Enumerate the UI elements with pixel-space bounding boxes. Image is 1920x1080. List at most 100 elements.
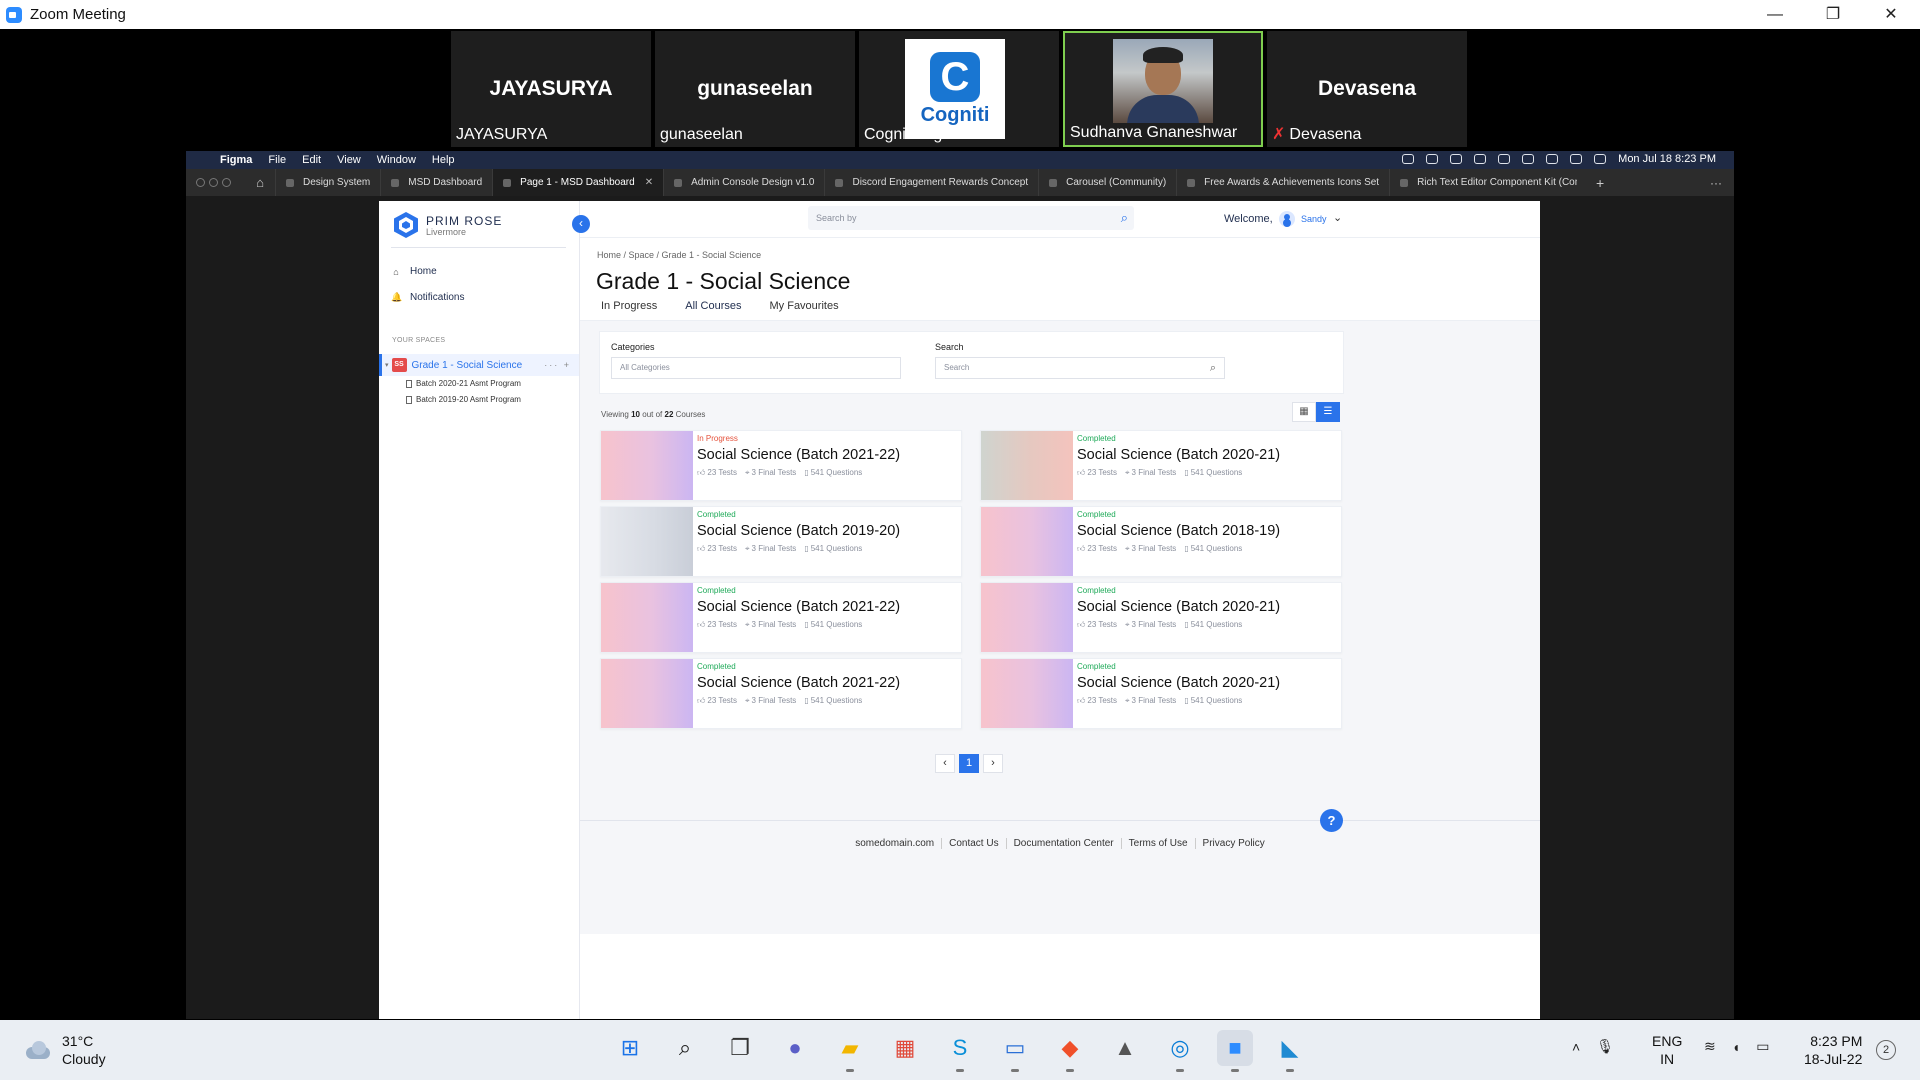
sidebar-subitem[interactable]: Batch 2020-21 Asmt Program xyxy=(406,379,521,388)
next-page-button[interactable]: › xyxy=(983,754,1003,773)
figma-tab[interactable]: MSD Dashboard xyxy=(380,169,492,196)
skype-icon[interactable]: S xyxy=(942,1030,978,1072)
microphone-icon[interactable]: 🎙 xyxy=(1596,1038,1614,1055)
course-title[interactable]: Social Science (Batch 2020-21) xyxy=(1077,675,1280,691)
restore-button[interactable]: ❐ xyxy=(1804,0,1862,29)
teams-chat-icon[interactable]: ● xyxy=(777,1030,813,1066)
categories-select[interactable]: All Categories xyxy=(611,357,901,379)
menu-file[interactable]: File xyxy=(268,154,286,166)
avatar[interactable] xyxy=(1279,211,1295,227)
course-search-input[interactable]: Search ⌕ xyxy=(935,357,1225,379)
prev-page-button[interactable]: ‹ xyxy=(935,754,955,773)
education-icon[interactable]: ▲ xyxy=(1107,1030,1143,1066)
chevron-down-icon[interactable]: ⌄ xyxy=(1333,211,1342,224)
figma-tab[interactable]: Free Awards & Achievements Icons Set xyxy=(1176,169,1389,196)
course-card[interactable]: In Progress Social Science (Batch 2021-22… xyxy=(600,430,962,501)
task-view-icon[interactable]: ❐ xyxy=(722,1030,758,1066)
status-record-icon[interactable] xyxy=(1474,154,1487,164)
wifi-icon[interactable] xyxy=(1546,154,1559,164)
menu-window[interactable]: Window xyxy=(377,154,416,166)
participant-tile[interactable]: JAYASURYA JAYASURYA xyxy=(451,31,651,147)
menu-view[interactable]: View xyxy=(337,154,361,166)
course-card[interactable]: Completed Social Science (Batch 2019-20) 👍… xyxy=(600,506,962,577)
space-actions[interactable]: ··· + xyxy=(544,360,571,370)
sync-icon[interactable]: ◎ xyxy=(1162,1030,1198,1072)
footer-link-terms[interactable]: Terms of Use xyxy=(1122,838,1196,849)
course-title[interactable]: Social Science (Batch 2021-22) xyxy=(697,447,900,463)
collapse-sidebar-button[interactable]: ‹ xyxy=(572,215,590,233)
course-title[interactable]: Social Science (Batch 2021-22) xyxy=(697,675,900,691)
figma-tab[interactable]: Admin Console Design v1.0 xyxy=(663,169,824,196)
top-search-input[interactable]: Search by ⌕ xyxy=(808,206,1134,230)
home-icon[interactable]: ⌂ xyxy=(245,175,275,190)
traffic-zoom[interactable] xyxy=(222,178,231,187)
figma-tab[interactable]: Carousel (Community) xyxy=(1038,169,1176,196)
volume-icon[interactable]: ◖ xyxy=(1732,1039,1740,1055)
user-name[interactable]: Sandy xyxy=(1301,214,1327,224)
close-tab-icon[interactable]: ✕ xyxy=(645,177,653,188)
battery-icon[interactable] xyxy=(1522,154,1535,164)
sidebar-item-notifications[interactable]: 🔔 Notifications xyxy=(391,292,464,303)
figma-tab[interactable]: Rich Text Editor Component Kit (Comm xyxy=(1389,169,1577,196)
brave-icon[interactable]: ◆ xyxy=(1052,1030,1088,1072)
traffic-close[interactable] xyxy=(196,178,205,187)
sidebar-subitem[interactable]: Batch 2019-20 Asmt Program xyxy=(406,395,521,404)
list-view-icon[interactable]: ☰ xyxy=(1316,402,1340,422)
help-button[interactable]: ? xyxy=(1320,809,1343,832)
breadcrumb[interactable]: Home / Space / Grade 1 - Social Science xyxy=(597,250,761,260)
weather-widget[interactable]: 31°C Cloudy xyxy=(22,1032,106,1068)
course-title[interactable]: Social Science (Batch 2018-19) xyxy=(1077,523,1280,539)
notification-badge[interactable]: 2 xyxy=(1876,1040,1896,1060)
store-icon[interactable]: ▦ xyxy=(887,1030,923,1066)
page-1-button[interactable]: 1 xyxy=(959,754,979,773)
search-icon[interactable]: ⌕ xyxy=(667,1030,703,1066)
footer-link-privacy[interactable]: Privacy Policy xyxy=(1196,838,1272,849)
participant-tile-active-speaker[interactable]: Sudhanva Gnaneshwar xyxy=(1063,31,1263,147)
course-title[interactable]: Social Science (Batch 2020-21) xyxy=(1077,599,1280,615)
brand[interactable]: PRIM ROSE Livermore xyxy=(393,211,502,239)
remote-desktop-icon[interactable]: ▭ xyxy=(997,1030,1033,1072)
bluetooth-icon[interactable] xyxy=(1498,154,1511,164)
battery-icon[interactable]: ▭ xyxy=(1756,1038,1769,1055)
control-center-icon[interactable] xyxy=(1594,154,1607,164)
new-tab-plus-icon[interactable]: + xyxy=(1585,175,1615,191)
sidebar-item-space-grade1[interactable]: ▾ SS Grade 1 - Social Science ··· + xyxy=(379,354,579,376)
zoom-icon[interactable]: ■ xyxy=(1217,1030,1253,1072)
figma-tab[interactable]: Design System xyxy=(275,169,380,196)
course-title[interactable]: Social Science (Batch 2020-21) xyxy=(1077,447,1280,463)
more-icon[interactable]: ··· xyxy=(1710,176,1722,190)
course-card[interactable]: Completed Social Science (Batch 2020-21) 👍… xyxy=(980,430,1342,501)
footer-link-docs[interactable]: Documentation Center xyxy=(1007,838,1122,849)
participant-tile[interactable]: Devasena ✗ Devasena xyxy=(1267,31,1467,147)
menu-help[interactable]: Help xyxy=(432,154,455,166)
search-icon[interactable]: ⌕ xyxy=(1210,358,1216,378)
windows-start-icon[interactable]: ⊞ xyxy=(612,1030,648,1066)
course-card[interactable]: Completed Social Science (Batch 2020-21) 👍… xyxy=(980,658,1342,729)
search-icon[interactable]: ⌕ xyxy=(1121,206,1128,230)
spotlight-search-icon[interactable] xyxy=(1570,154,1583,164)
taskbar-clock[interactable]: 8:23 PM 18-Jul-22 xyxy=(1804,1032,1862,1068)
language-indicator[interactable]: ENG IN xyxy=(1652,1032,1682,1068)
status-cloud-icon[interactable] xyxy=(1402,154,1415,164)
figma-tab-active[interactable]: Page 1 - MSD Dashboard ✕ xyxy=(492,169,664,196)
grid-view-icon[interactable]: ▦ xyxy=(1292,402,1316,422)
status-location-icon[interactable] xyxy=(1450,154,1463,164)
course-card[interactable]: Completed Social Science (Batch 2020-21) 👍… xyxy=(980,582,1342,653)
traffic-minimize[interactable] xyxy=(209,178,218,187)
course-card[interactable]: Completed Social Science (Batch 2021-22) 👍… xyxy=(600,658,962,729)
chevron-up-icon[interactable]: ˄ xyxy=(1572,1039,1580,1055)
participant-tile[interactable]: gunaseelan gunaseelan xyxy=(655,31,855,147)
course-card[interactable]: Completed Social Science (Batch 2021-22) 👍… xyxy=(600,582,962,653)
status-sync-icon[interactable] xyxy=(1426,154,1439,164)
wifi-icon[interactable]: ≋ xyxy=(1704,1038,1716,1055)
caret-down-icon[interactable]: ▾ xyxy=(385,361,389,369)
vscode-icon[interactable]: ◣ xyxy=(1272,1030,1308,1072)
course-title[interactable]: Social Science (Batch 2021-22) xyxy=(697,599,900,615)
menu-edit[interactable]: Edit xyxy=(302,154,321,166)
course-title[interactable]: Social Science (Batch 2019-20) xyxy=(697,523,900,539)
minimize-button[interactable]: — xyxy=(1746,0,1804,29)
close-button[interactable]: ✕ xyxy=(1862,0,1920,29)
figma-tab[interactable]: Discord Engagement Rewards Concept xyxy=(824,169,1038,196)
sidebar-item-home[interactable]: ⌂ Home xyxy=(391,266,436,277)
footer-link-contact[interactable]: Contact Us xyxy=(942,838,1007,849)
